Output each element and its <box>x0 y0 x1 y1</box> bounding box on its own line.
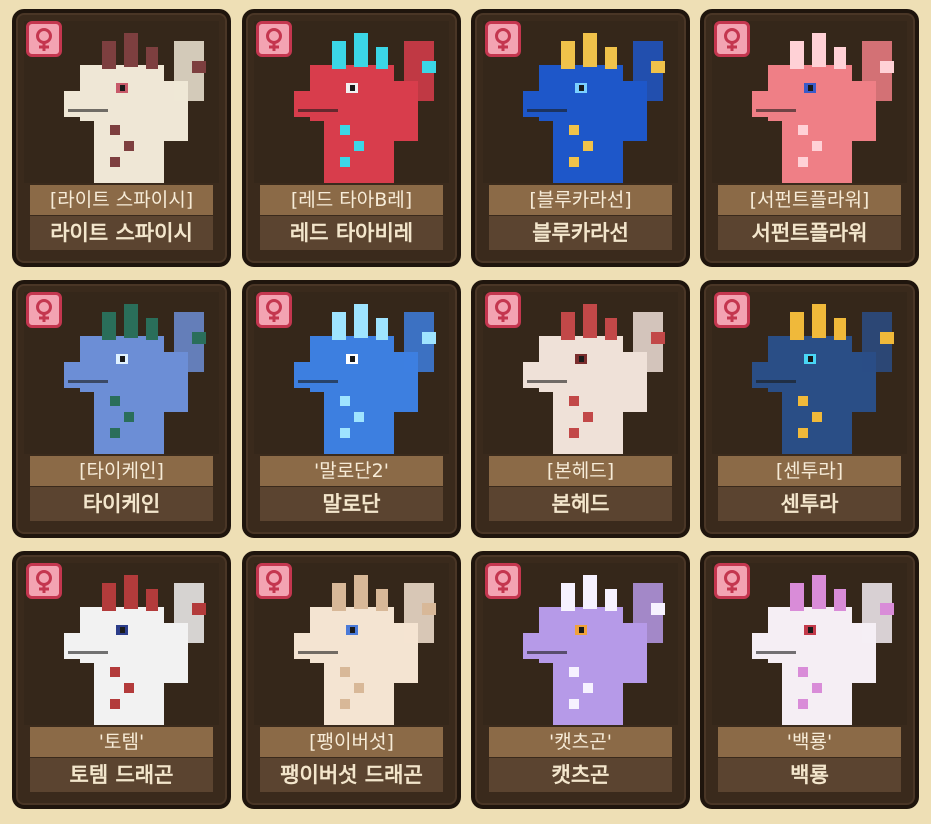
dragon-card[interactable]: [라이트 스파이시] 라이트 스파이시 <box>12 9 231 267</box>
dragon-name-label: 말로단 <box>260 487 443 521</box>
female-icon <box>714 21 750 57</box>
female-icon <box>485 563 521 599</box>
dragon-sprite <box>294 33 436 183</box>
female-icon <box>485 21 521 57</box>
dragon-name-label: 타이케인 <box>30 487 213 521</box>
dragon-sprite <box>752 575 894 725</box>
dragon-sprite <box>523 304 665 454</box>
dragon-tag-label: '말로단2' <box>260 456 443 486</box>
dragon-sprite <box>64 304 206 454</box>
dragon-tag-label: [센투라] <box>718 456 901 486</box>
dragon-sprite <box>294 575 436 725</box>
dragon-card[interactable]: '캣츠곤' 캣츠곤 <box>471 551 690 809</box>
dragon-name-label: 팽이버섯 드래곤 <box>260 758 443 792</box>
dragon-sprite <box>752 33 894 183</box>
dragon-card[interactable]: [타이케인] 타이케인 <box>12 280 231 538</box>
dragon-card[interactable]: [서펀트플라워] 서펀트플라워 <box>700 9 919 267</box>
dragon-name-label: 블루카라선 <box>489 216 672 250</box>
female-icon <box>714 563 750 599</box>
dragon-tag-label: [본헤드] <box>489 456 672 486</box>
dragon-card[interactable]: [센투라] 센투라 <box>700 280 919 538</box>
dragon-name-label: 백룡 <box>718 758 901 792</box>
female-icon <box>256 21 292 57</box>
dragon-tag-label: [서펀트플라워] <box>718 185 901 215</box>
dragon-name-label: 레드 타아비레 <box>260 216 443 250</box>
dragon-tag-label: [타이케인] <box>30 456 213 486</box>
female-icon <box>485 292 521 328</box>
dragon-tag-label: [블루카라선] <box>489 185 672 215</box>
dragon-card[interactable]: [레드 타아B레] 레드 타아비레 <box>242 9 461 267</box>
dragon-tag-label: [팽이버섯] <box>260 727 443 757</box>
dragon-card[interactable]: '백룡' 백룡 <box>700 551 919 809</box>
dragon-sprite <box>64 575 206 725</box>
dragon-card[interactable]: [팽이버섯] 팽이버섯 드래곤 <box>242 551 461 809</box>
dragon-sprite <box>523 575 665 725</box>
female-icon <box>26 292 62 328</box>
dragon-name-label: 토템 드래곤 <box>30 758 213 792</box>
dragon-name-label: 서펀트플라워 <box>718 216 901 250</box>
dragon-card[interactable]: [블루카라선] 블루카라선 <box>471 9 690 267</box>
dragon-tag-label: [레드 타아B레] <box>260 185 443 215</box>
dragon-sprite <box>752 304 894 454</box>
dragon-name-label: 센투라 <box>718 487 901 521</box>
dragon-tag-label: [라이트 스파이시] <box>30 185 213 215</box>
dragon-collection-grid: [라이트 스파이시] 라이트 스파이시 [레드 타아B레] 레드 타아비레 [블… <box>0 0 931 824</box>
dragon-sprite <box>523 33 665 183</box>
dragon-card[interactable]: '토템' 토템 드래곤 <box>12 551 231 809</box>
dragon-name-label: 라이트 스파이시 <box>30 216 213 250</box>
dragon-sprite <box>64 33 206 183</box>
dragon-card[interactable]: '말로단2' 말로단 <box>242 280 461 538</box>
dragon-tag-label: '토템' <box>30 727 213 757</box>
female-icon <box>256 563 292 599</box>
female-icon <box>714 292 750 328</box>
dragon-name-label: 본헤드 <box>489 487 672 521</box>
dragon-name-label: 캣츠곤 <box>489 758 672 792</box>
female-icon <box>26 563 62 599</box>
female-icon <box>256 292 292 328</box>
dragon-sprite <box>294 304 436 454</box>
female-icon <box>26 21 62 57</box>
dragon-card[interactable]: [본헤드] 본헤드 <box>471 280 690 538</box>
dragon-tag-label: '캣츠곤' <box>489 727 672 757</box>
dragon-tag-label: '백룡' <box>718 727 901 757</box>
